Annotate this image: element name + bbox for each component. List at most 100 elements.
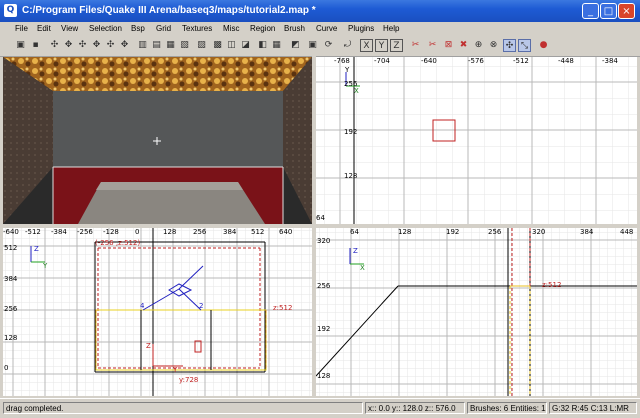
flip-z-icon[interactable]: ✣ [104, 39, 117, 52]
patch-icon[interactable]: ⊕ [472, 39, 485, 52]
xy-grid [316, 57, 637, 224]
menu-edit[interactable]: Edit [37, 24, 51, 33]
minimize-button[interactable]: _ [582, 3, 599, 19]
pivot-label-z: Z [146, 342, 151, 350]
status-counts: Brushes: 6 Entities: 1 [467, 402, 547, 414]
open-file-icon[interactable]: ▣ [14, 39, 27, 52]
brush-marker-2: 2 [199, 302, 204, 310]
status-coords: x:: 0.0 y:: 128.0 z:: 576.0 [365, 402, 465, 414]
axis-y-button[interactable]: Y [375, 39, 388, 52]
csg-merge-icon[interactable]: ▩ [211, 39, 224, 52]
change-view-icon[interactable]: ◧ [256, 39, 269, 52]
menu-curve[interactable]: Curve [316, 24, 337, 33]
menu-view[interactable]: View [61, 24, 78, 33]
size-label-right: z:512 [273, 304, 293, 312]
csg-subtract-icon[interactable]: ▨ [195, 39, 208, 52]
menu-textures[interactable]: Textures [182, 24, 212, 33]
yz-tick-y0: 512 [4, 244, 18, 252]
xz-tick-x1: 128 [398, 228, 412, 236]
axis-x-button[interactable]: X [360, 39, 373, 52]
yz-view[interactable]: -640 -512 -384 -256 -128 0 128 256 384 5… [3, 228, 312, 396]
close-button[interactable]: × [618, 3, 635, 19]
status-grid: G:32 R:45 C:13 L:MR [549, 402, 637, 414]
xz-view[interactable]: 64 128 192 256 320 384 448 320 256 192 1… [316, 228, 637, 396]
status-bar: drag completed. x:: 0.0 y:: 128.0 z:: 57… [0, 398, 640, 418]
complete-tall-icon[interactable]: ▥ [136, 39, 149, 52]
entity-view-icon[interactable]: ◩ [289, 39, 302, 52]
rotate-mode-icon[interactable]: ⤾ [341, 39, 354, 52]
menu-selection[interactable]: Selection [89, 24, 122, 33]
yz-axis-label-z: Z [34, 245, 39, 253]
xz-tick-x6: 448 [620, 228, 634, 236]
xz-tick-x3: 256 [488, 228, 502, 236]
menu-region[interactable]: Region [250, 24, 275, 33]
select-alt-icon[interactable]: ✖ [457, 39, 470, 52]
xz-grid [316, 228, 637, 396]
menu-help[interactable]: Help [383, 24, 399, 33]
app-icon: Q [4, 4, 17, 17]
xy-axis-label-x: X [354, 87, 359, 95]
menu-brush[interactable]: Brush [284, 24, 305, 33]
touching-icon[interactable]: ▧ [178, 39, 191, 52]
flip-y-icon[interactable]: ✣ [76, 39, 89, 52]
title-bar[interactable]: Q C:/Program Files/Quake III Arena/baseq… [0, 0, 640, 22]
axis-z-button[interactable]: Z [390, 39, 403, 52]
yz-axis-label-y: Y [43, 262, 48, 270]
menu-misc[interactable]: Misc [223, 24, 239, 33]
drag-edges-icon[interactable]: ✣ [503, 39, 516, 52]
refresh-icon[interactable]: ⟳ [322, 39, 335, 52]
xy-tick-y1: 192 [344, 128, 358, 136]
xy-tick-x6: -384 [602, 57, 618, 65]
save-icon[interactable]: ▪ [29, 39, 42, 52]
partial-tall-icon[interactable]: ▦ [164, 39, 177, 52]
select-icon[interactable]: ⊠ [442, 39, 455, 52]
hollow-icon[interactable]: ◫ [225, 39, 238, 52]
xy-tick-x4: -512 [513, 57, 529, 65]
xz-axis-label-x: X [360, 264, 365, 272]
yz-tick-x8: 384 [223, 228, 237, 236]
menu-grid[interactable]: Grid [156, 24, 171, 33]
xz-tick-x0: 64 [350, 228, 359, 236]
drag-vertices-icon[interactable]: ⤡ [518, 39, 531, 52]
status-message: drag completed. [3, 402, 363, 414]
xz-tick-x4: 320 [532, 228, 546, 236]
size-label-top: (-256 ,z:512) [95, 239, 141, 247]
xy-view[interactable]: -768 -704 -640 -576 -512 -448 -384 256 1… [316, 57, 637, 224]
yz-tick-y2: 256 [4, 305, 18, 313]
xy-tick-x1: -704 [374, 57, 390, 65]
clipper-icon[interactable]: ◪ [239, 39, 252, 52]
xz-tick-y2: 192 [317, 325, 331, 333]
maximize-button[interactable]: □ [600, 3, 617, 19]
xz-tick-y1: 256 [317, 282, 331, 290]
xz-tick-y0: 320 [317, 237, 331, 245]
yz-tick-y4: 0 [4, 364, 9, 372]
yz-tick-x5: 0 [135, 228, 140, 236]
rotate-x-icon[interactable]: ✥ [62, 39, 75, 52]
camera-view[interactable] [3, 57, 312, 224]
xy-tick-x5: -448 [558, 57, 574, 65]
size-label-bottom: y:728 [179, 376, 199, 384]
scale-alt-icon[interactable]: ✂ [426, 39, 439, 52]
yz-tick-x7: 256 [193, 228, 207, 236]
menu-file[interactable]: File [15, 24, 28, 33]
menu-bsp[interactable]: Bsp [131, 24, 145, 33]
flip-x-icon[interactable]: ✣ [48, 39, 61, 52]
menu-plugins[interactable]: Plugins [348, 24, 374, 33]
xy-tick-x0: -768 [334, 57, 350, 65]
xy-tick-x2: -640 [421, 57, 437, 65]
xz-tick-y3: 128 [317, 372, 331, 380]
yz-tick-x6: 128 [163, 228, 177, 236]
rotate-z-icon[interactable]: ✥ [118, 39, 131, 52]
camera-view-icon[interactable]: ▣ [306, 39, 319, 52]
texture-view-icon[interactable]: ▦ [270, 39, 283, 52]
yz-tick-x0: -640 [3, 228, 19, 236]
yz-tick-x3: -256 [77, 228, 93, 236]
xy-axis-label-y: Y [345, 66, 350, 74]
toolbar: ▣ ▪ ✣ ✥ ✣ ✥ ✣ ✥ ▥ ▤ ▦ ▧ ▨ ▩ ◫ ◪ ◧ ▦ ◩ ▣ … [0, 37, 640, 57]
rotate-y-icon[interactable]: ✥ [90, 39, 103, 52]
show-entities-icon[interactable]: ● [537, 39, 550, 52]
bend-icon[interactable]: ⊗ [487, 39, 500, 52]
scale-icon[interactable]: ✂ [409, 39, 422, 52]
yz-tick-x2: -384 [51, 228, 67, 236]
size-to-fit-icon[interactable]: ▤ [150, 39, 163, 52]
